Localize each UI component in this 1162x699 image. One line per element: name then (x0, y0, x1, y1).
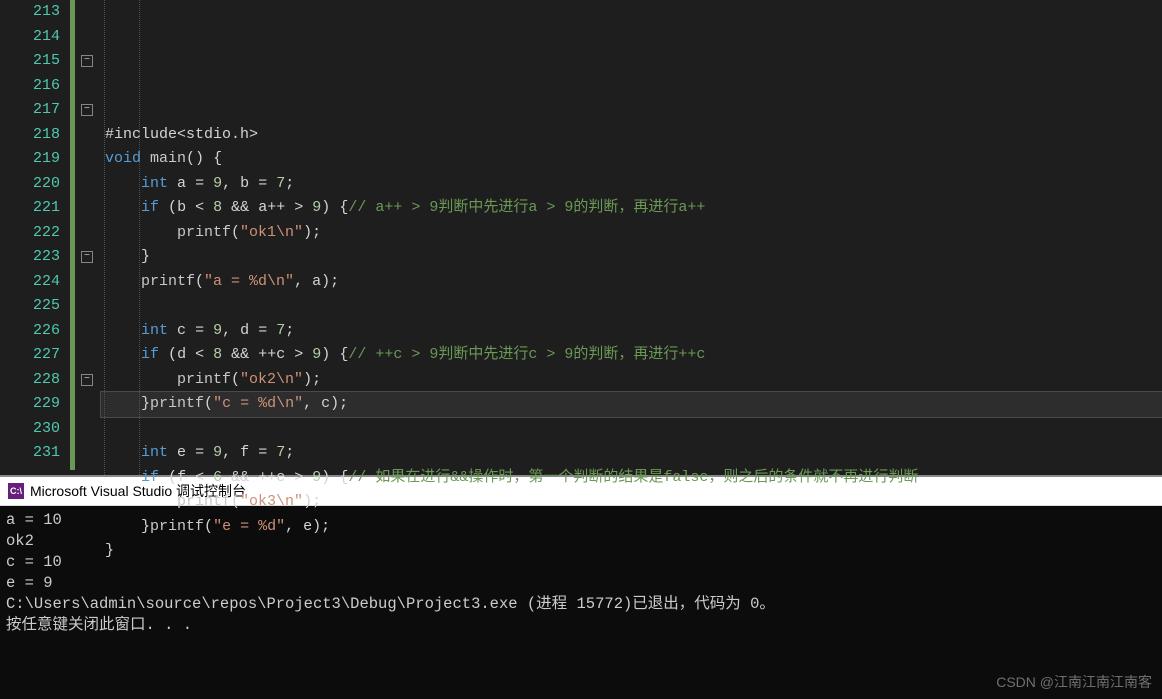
code-line[interactable]: if (d < 8 && ++c > 9) {// ++c > 9判断中先进行c… (101, 343, 1162, 368)
line-number: 224 (0, 270, 68, 295)
change-indicator-bar (68, 0, 79, 475)
line-number: 221 (0, 196, 68, 221)
fold-toggle-icon[interactable]: − (81, 104, 93, 116)
line-number: 226 (0, 319, 68, 344)
line-number: 217 (0, 98, 68, 123)
fold-toggle-icon[interactable]: − (81, 251, 93, 263)
line-number: 220 (0, 172, 68, 197)
line-number: 228 (0, 368, 68, 393)
code-line[interactable] (101, 98, 1162, 123)
fold-toggle-icon[interactable]: − (81, 374, 93, 386)
line-number-gutter: 2132142152162172182192202212222232242252… (0, 0, 68, 475)
line-number: 231 (0, 441, 68, 466)
code-line[interactable] (101, 417, 1162, 442)
code-line[interactable]: void main() { (101, 147, 1162, 172)
fold-column[interactable]: − − − − (79, 0, 101, 475)
code-line[interactable]: printf("ok2\n"); (101, 368, 1162, 393)
code-line[interactable]: int a = 9, b = 7; (101, 172, 1162, 197)
code-line[interactable]: if (f < 6 && ++e > 9) {// 如果在进行&&操作时，第一个… (101, 466, 1162, 491)
code-line[interactable]: } (101, 245, 1162, 270)
line-number: 213 (0, 0, 68, 25)
code-line[interactable]: printf("ok3\n"); (101, 490, 1162, 515)
code-line[interactable]: #include<stdio.h> (101, 123, 1162, 148)
fold-toggle-icon[interactable]: − (81, 55, 93, 67)
line-number: 230 (0, 417, 68, 442)
vs-icon: C:\ (8, 483, 24, 499)
code-line[interactable]: printf("ok1\n"); (101, 221, 1162, 246)
line-number: 225 (0, 294, 68, 319)
code-line[interactable]: int e = 9, f = 7; (101, 441, 1162, 466)
code-line[interactable]: } (101, 539, 1162, 564)
code-line[interactable]: }printf("e = %d", e); (101, 515, 1162, 540)
watermark-text: CSDN @江南江南江南客 (996, 672, 1152, 692)
code-line[interactable]: }printf("c = %d\n", c); (101, 392, 1162, 417)
line-number: 216 (0, 74, 68, 99)
line-number: 214 (0, 25, 68, 50)
line-number: 219 (0, 147, 68, 172)
line-number: 218 (0, 123, 68, 148)
code-area[interactable]: #include<stdio.h>void main() { int a = 9… (101, 0, 1162, 475)
code-line[interactable]: int c = 9, d = 7; (101, 319, 1162, 344)
line-number: 222 (0, 221, 68, 246)
line-number: 215 (0, 49, 68, 74)
line-number: 223 (0, 245, 68, 270)
code-line[interactable]: if (b < 8 && a++ > 9) {// a++ > 9判断中先进行a… (101, 196, 1162, 221)
code-line[interactable]: printf("a = %d\n", a); (101, 270, 1162, 295)
line-number: 227 (0, 343, 68, 368)
line-number: 229 (0, 392, 68, 417)
code-line[interactable] (101, 294, 1162, 319)
code-editor[interactable]: 2132142152162172182192202212222232242252… (0, 0, 1162, 475)
change-marker (70, 0, 75, 470)
